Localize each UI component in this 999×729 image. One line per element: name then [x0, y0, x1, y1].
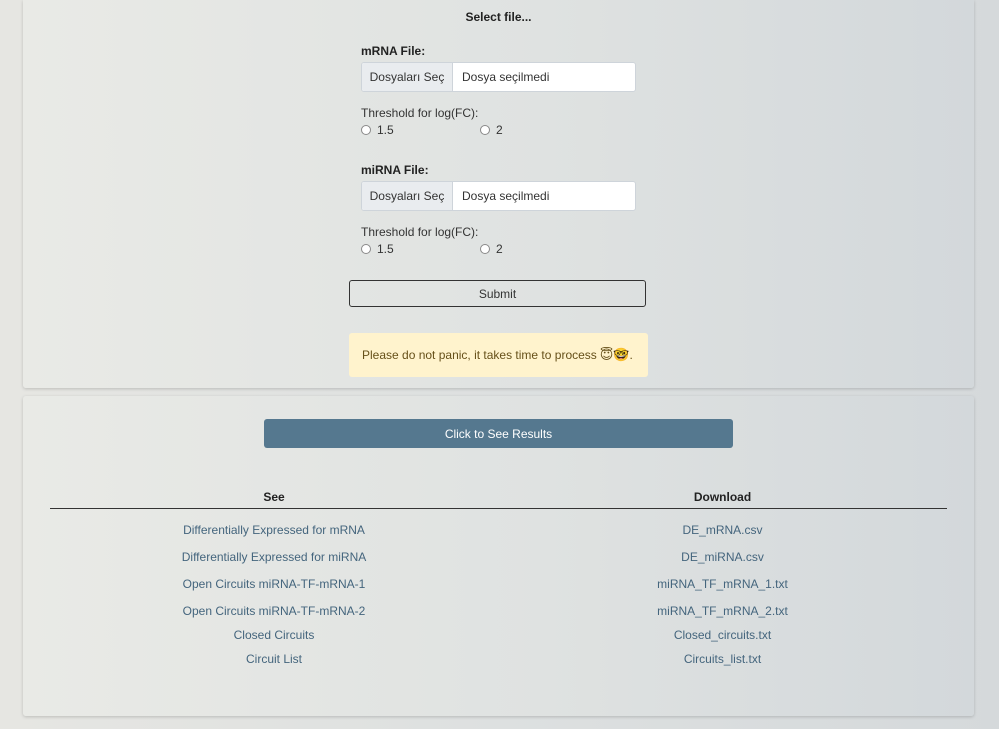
see-link[interactable]: Closed Circuits [234, 628, 315, 642]
radio-circle-icon[interactable] [361, 244, 371, 254]
alert-text: Please do not panic, it takes time to pr… [362, 348, 597, 362]
upload-card: Select file... mRNA File: Dosyaları Seç … [23, 0, 974, 388]
mirna-choose-files-button[interactable]: Dosyaları Seç [362, 182, 453, 210]
mrna-file-name: Dosya seçilmedi [462, 70, 550, 84]
radio-label: 1.5 [377, 242, 394, 256]
download-link[interactable]: Closed_circuits.txt [674, 628, 771, 642]
mrna-form-group: mRNA File: Dosyaları Seç Dosya seçilmedi… [361, 44, 636, 139]
processing-alert: Please do not panic, it takes time to pr… [349, 333, 648, 377]
mrna-choose-files-button[interactable]: Dosyaları Seç [362, 63, 453, 91]
mrna-threshold-radio-1-5[interactable]: 1.5 [361, 123, 394, 137]
see-cell: Open Circuits miRNA-TF-mRNA-1 [50, 577, 498, 591]
mirna-form-group: miRNA File: Dosyaları Seç Dosya seçilmed… [361, 163, 636, 258]
radio-label: 1.5 [377, 123, 394, 137]
mirna-file-label: miRNA File: [361, 163, 429, 177]
header-see: See [263, 490, 285, 504]
radio-label: 2 [496, 123, 503, 137]
download-link[interactable]: DE_miRNA.csv [681, 550, 764, 564]
alert-end: . [629, 348, 633, 362]
table-row: Differentially Expressed for mRNA DE_mRNA… [50, 523, 947, 537]
see-cell: Closed Circuits [50, 628, 498, 642]
table-row: Closed Circuits Closed_circuits.txt [50, 628, 947, 642]
see-cell: Circuit List [50, 652, 498, 666]
download-cell: Closed_circuits.txt [498, 628, 947, 642]
see-link[interactable]: Differentially Expressed for miRNA [182, 550, 367, 564]
mrna-threshold-radio-2[interactable]: 2 [480, 123, 503, 137]
see-cell: Differentially Expressed for mRNA [50, 523, 498, 537]
mirna-threshold-radio-group: 1.5 2 [361, 242, 636, 258]
download-cell: Circuits_list.txt [498, 652, 947, 666]
mirna-threshold-radio-1-5[interactable]: 1.5 [361, 242, 394, 256]
download-link[interactable]: DE_mRNA.csv [682, 523, 762, 537]
see-link[interactable]: Circuit List [246, 652, 302, 666]
radio-circle-icon[interactable] [480, 244, 490, 254]
radio-circle-icon[interactable] [361, 125, 371, 135]
mrna-threshold-radio-group: 1.5 2 [361, 123, 636, 139]
mirna-threshold-label: Threshold for log(FC): [361, 225, 479, 239]
mrna-file-label: mRNA File: [361, 44, 426, 58]
results-card: Click to See Results See Download Differ… [23, 396, 974, 716]
radio-label: 2 [496, 242, 503, 256]
see-link[interactable]: Differentially Expressed for mRNA [183, 523, 365, 537]
halo-nerd-emoji-icon: 😇🤓 [599, 347, 630, 362]
see-cell: Open Circuits miRNA-TF-mRNA-2 [50, 604, 498, 618]
mrna-threshold-label: Threshold for log(FC): [361, 106, 479, 120]
submit-button[interactable]: Submit [349, 280, 646, 307]
table-row: Circuit List Circuits_list.txt [50, 652, 947, 666]
radio-circle-icon[interactable] [480, 125, 490, 135]
table-row: Open Circuits miRNA-TF-mRNA-1 miRNA_TF_mR… [50, 577, 947, 591]
download-cell: DE_miRNA.csv [498, 550, 947, 564]
download-link[interactable]: miRNA_TF_mRNA_1.txt [657, 577, 788, 591]
see-link[interactable]: Open Circuits miRNA-TF-mRNA-1 [183, 577, 366, 591]
see-results-button[interactable]: Click to See Results [264, 419, 733, 448]
header-download: Download [693, 490, 752, 504]
select-file-title: Select file... [465, 10, 532, 24]
results-table: See Download Differentially Expressed fo… [50, 490, 947, 666]
download-cell: miRNA_TF_mRNA_2.txt [498, 604, 947, 618]
download-link[interactable]: Circuits_list.txt [684, 652, 761, 666]
results-table-header: See Download [50, 490, 947, 509]
see-link[interactable]: Open Circuits miRNA-TF-mRNA-2 [183, 604, 366, 618]
download-link[interactable]: miRNA_TF_mRNA_2.txt [657, 604, 788, 618]
download-cell: DE_mRNA.csv [498, 523, 947, 537]
download-cell: miRNA_TF_mRNA_1.txt [498, 577, 947, 591]
mirna-file-input[interactable]: Dosyaları Seç Dosya seçilmedi [361, 181, 636, 211]
table-row: Open Circuits miRNA-TF-mRNA-2 miRNA_TF_mR… [50, 604, 947, 618]
mirna-file-name: Dosya seçilmedi [462, 189, 550, 203]
see-cell: Differentially Expressed for miRNA [50, 550, 498, 564]
mrna-file-input[interactable]: Dosyaları Seç Dosya seçilmedi [361, 62, 636, 92]
table-row: Differentially Expressed for miRNA DE_miR… [50, 550, 947, 564]
mirna-threshold-radio-2[interactable]: 2 [480, 242, 503, 256]
